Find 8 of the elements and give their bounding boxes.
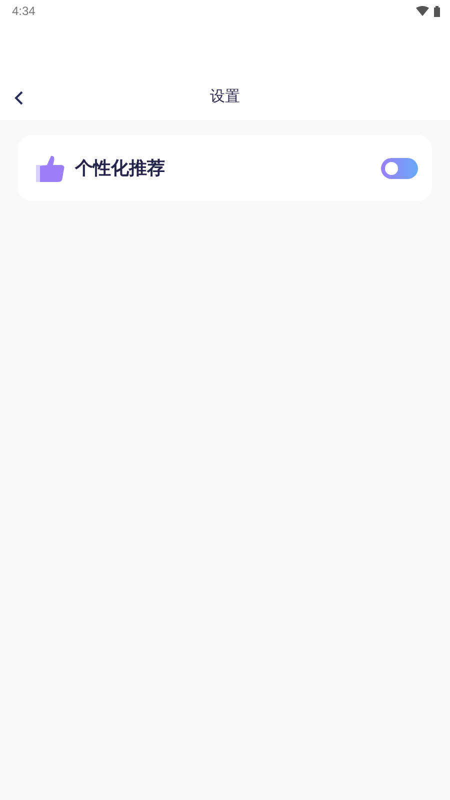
page-title: 设置 bbox=[210, 87, 240, 106]
wifi-icon bbox=[416, 6, 429, 16]
toggle-switch[interactable] bbox=[381, 158, 418, 178]
setting-label: 个性化推荐 bbox=[75, 157, 166, 180]
status-time: 4:34 bbox=[12, 4, 36, 18]
back-button[interactable] bbox=[14, 90, 24, 106]
battery-icon bbox=[434, 6, 440, 16]
thumbs-up-icon bbox=[36, 154, 65, 182]
